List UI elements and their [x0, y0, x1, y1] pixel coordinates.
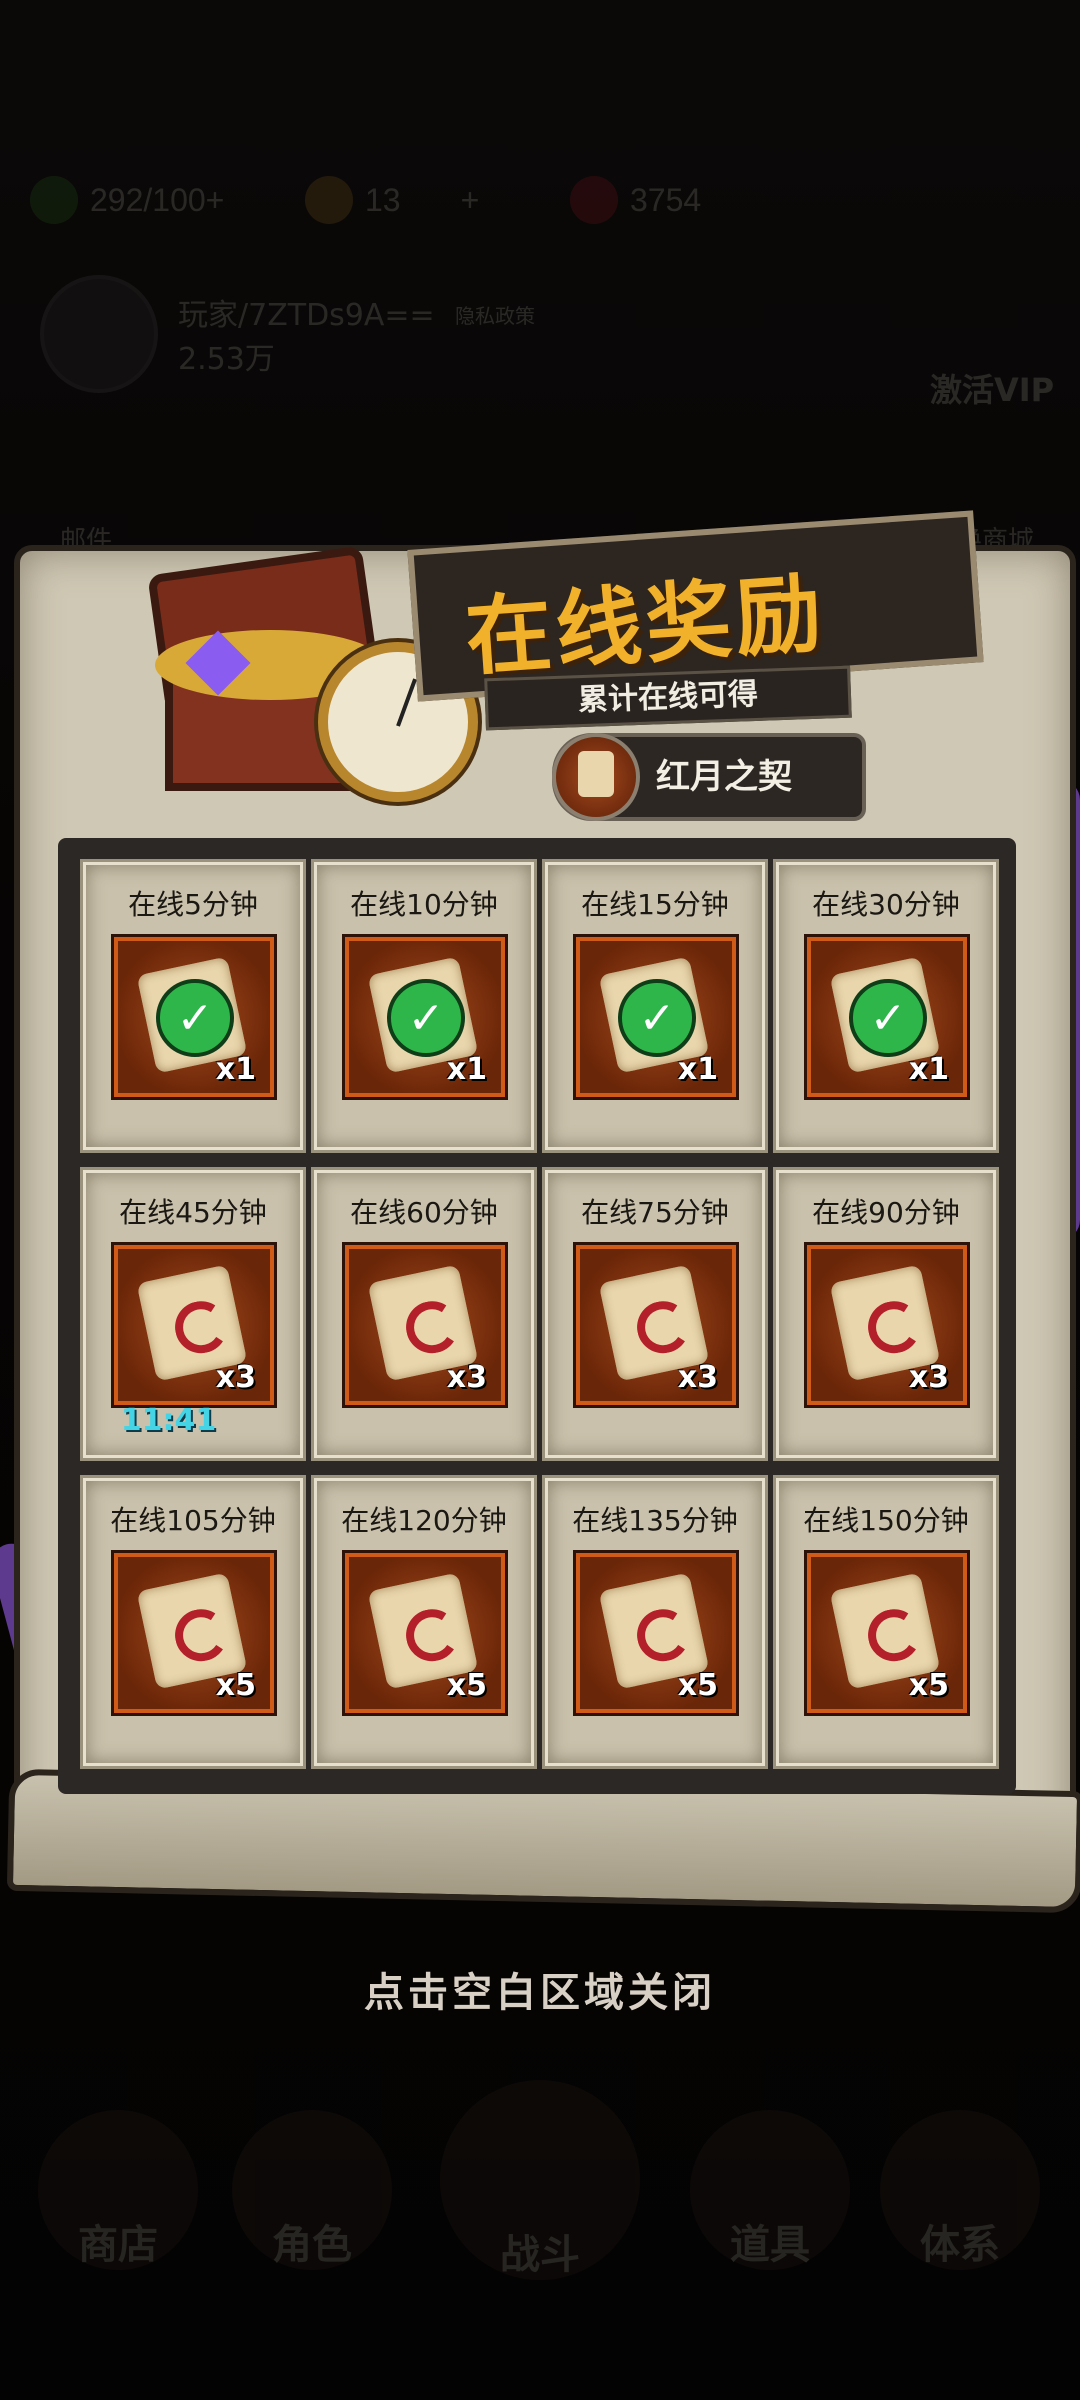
reward-time-label: 在线15分钟 [581, 888, 729, 921]
reward-quantity: x5 [677, 1668, 718, 1703]
reward-card[interactable]: 在线135分钟 x5 [545, 1478, 765, 1766]
reward-card[interactable]: 在线150分钟 x5 [776, 1478, 996, 1766]
reward-time-label: 在线5分钟 [128, 888, 258, 921]
reward-time-label: 在线120分钟 [341, 1504, 507, 1537]
reward-slot[interactable]: x3 [345, 1245, 505, 1405]
check-icon: ✓ [156, 979, 234, 1057]
reward-quantity: x3 [908, 1360, 949, 1395]
reward-time-label: 在线60分钟 [350, 1196, 498, 1229]
close-hint[interactable]: 点击空白区域关闭 [0, 1960, 1080, 2018]
reward-card[interactable]: 在线60分钟 x3 [314, 1170, 534, 1458]
reward-slot[interactable]: ✓ x1 [114, 937, 274, 1097]
reward-quantity: x5 [446, 1668, 487, 1703]
reward-slot[interactable]: x3 [114, 1245, 274, 1405]
reward-quantity: x1 [446, 1052, 487, 1087]
reward-card[interactable]: 在线15分钟 ✓ x1 [545, 862, 765, 1150]
reward-slot[interactable]: x3 [807, 1245, 967, 1405]
reward-slot[interactable]: x5 [345, 1553, 505, 1713]
scroll-icon [552, 733, 640, 821]
reward-slot[interactable]: x5 [576, 1553, 736, 1713]
countdown-timer: 11:41 [120, 1403, 217, 1438]
reward-time-label: 在线90分钟 [812, 1196, 960, 1229]
reward-quantity: x3 [446, 1360, 487, 1395]
reward-time-label: 在线10分钟 [350, 888, 498, 921]
reward-quantity: x1 [908, 1052, 949, 1087]
reward-time-label: 在线30分钟 [812, 888, 960, 921]
check-icon: ✓ [387, 979, 465, 1057]
reward-slot[interactable]: x3 [576, 1245, 736, 1405]
reward-quantity: x1 [215, 1052, 256, 1087]
reward-card[interactable]: 在线30分钟 ✓ x1 [776, 862, 996, 1150]
check-icon: ✓ [849, 979, 927, 1057]
reward-slot[interactable]: ✓ x1 [345, 937, 505, 1097]
reward-time-label: 在线135分钟 [572, 1504, 738, 1537]
reward-slot[interactable]: x5 [807, 1553, 967, 1713]
reward-slot[interactable]: ✓ x1 [576, 937, 736, 1097]
reward-card[interactable]: 在线10分钟 ✓ x1 [314, 862, 534, 1150]
reward-slot[interactable]: x5 [114, 1553, 274, 1713]
reward-quantity: x3 [215, 1360, 256, 1395]
reward-time-label: 在线45分钟 [119, 1196, 267, 1229]
reward-card[interactable]: 在线90分钟 x3 [776, 1170, 996, 1458]
reward-card[interactable]: 在线120分钟 x5 [314, 1478, 534, 1766]
reward-card[interactable]: 在线5分钟 ✓ x1 [83, 862, 303, 1150]
reward-quantity: x1 [677, 1052, 718, 1087]
reward-time-label: 在线75分钟 [581, 1196, 729, 1229]
reward-time-label: 在线105分钟 [110, 1504, 276, 1537]
reward-quantity: x5 [908, 1668, 949, 1703]
reward-card[interactable]: 在线105分钟 x5 [83, 1478, 303, 1766]
reward-card[interactable]: 在线75分钟 x3 [545, 1170, 765, 1458]
check-icon: ✓ [618, 979, 696, 1057]
reward-item-name: 红月之契 [656, 757, 792, 797]
reward-item-pill[interactable]: 红月之契 [552, 733, 866, 821]
reward-time-label: 在线150分钟 [803, 1504, 969, 1537]
reward-slot[interactable]: ✓ x1 [807, 937, 967, 1097]
reward-quantity: x3 [677, 1360, 718, 1395]
reward-card[interactable]: 在线45分钟 x3 11:41 [83, 1170, 303, 1458]
reward-quantity: x5 [215, 1668, 256, 1703]
